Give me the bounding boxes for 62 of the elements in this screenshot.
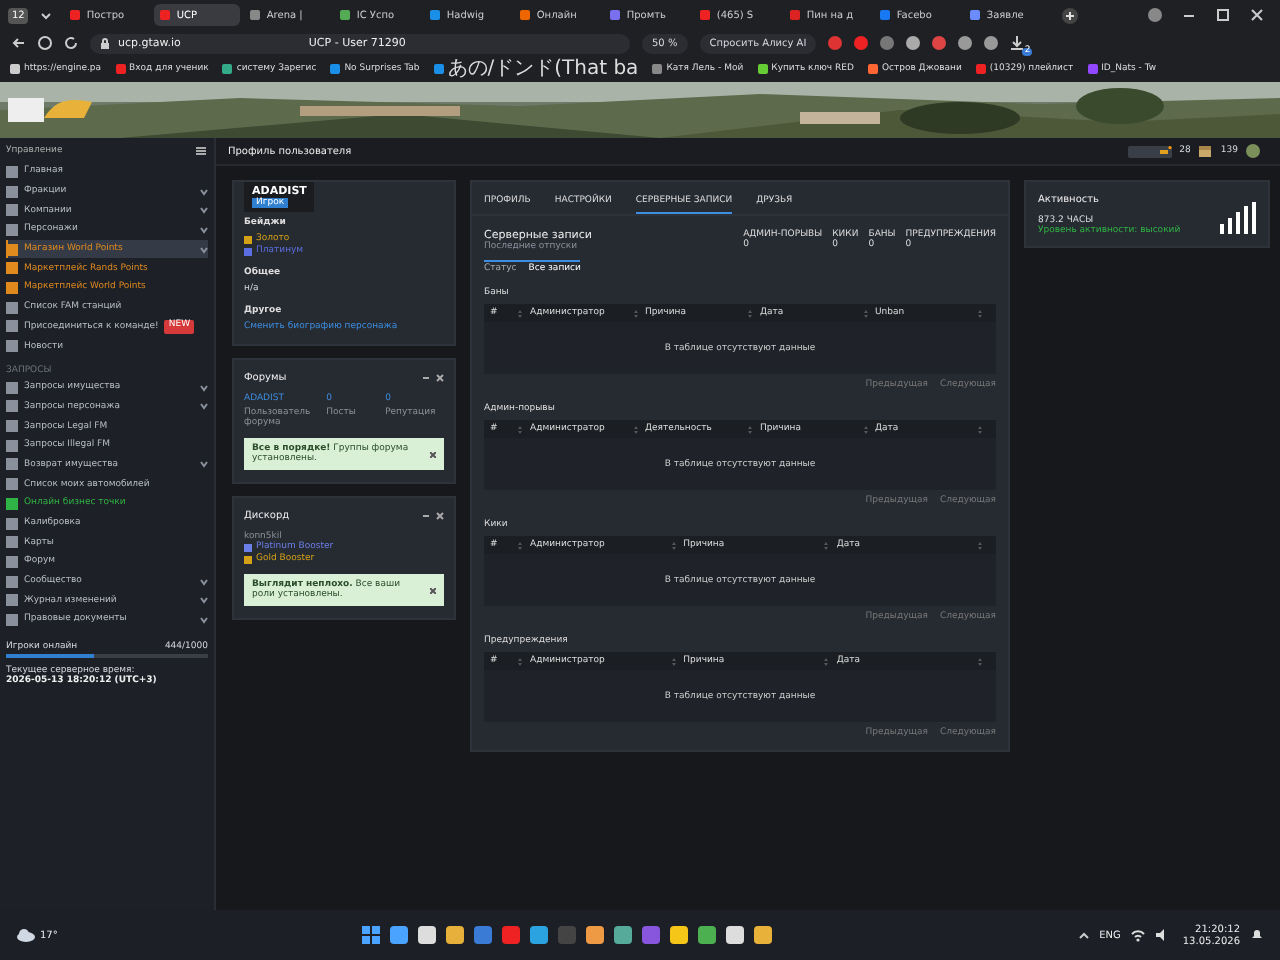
bookmark-favicon-icon <box>757 64 768 74</box>
profile-icon[interactable] <box>1148 8 1162 22</box>
chevron-down-icon[interactable] <box>40 9 53 21</box>
tab-favicon-icon <box>610 10 621 20</box>
chevron-down-icon <box>200 225 208 234</box>
sort-icon <box>977 657 982 665</box>
new-tab-icon[interactable] <box>1062 7 1079 23</box>
tab-favicon-icon <box>340 10 351 20</box>
chevron-down-icon <box>200 245 208 254</box>
bookmark-favicon-icon <box>10 64 20 74</box>
chevron-down-icon <box>200 596 208 605</box>
bookmark-favicon-icon <box>652 64 663 74</box>
sort-icon <box>824 657 829 665</box>
bookmark-favicon-icon <box>115 64 126 74</box>
chevron-down-icon <box>200 577 208 586</box>
collapse-icon[interactable] <box>422 374 430 382</box>
bookmark-favicon-icon <box>222 64 233 74</box>
download-icon[interactable] <box>1010 36 1025 50</box>
start-icon[interactable] <box>362 926 381 944</box>
back-icon[interactable] <box>12 36 26 50</box>
chevron-down-icon <box>200 402 208 411</box>
tab-favicon-icon <box>700 10 711 20</box>
bookmark-favicon-icon <box>330 64 341 74</box>
notification-icon[interactable] <box>1250 928 1265 942</box>
signal-bars-icon <box>1220 202 1256 234</box>
tab-favicon-icon <box>790 10 801 20</box>
bookmark-favicon-icon <box>867 64 878 74</box>
close-icon[interactable] <box>430 451 436 457</box>
menu-icon[interactable] <box>194 143 208 157</box>
chevron-down-icon <box>200 206 208 215</box>
close-icon[interactable] <box>430 587 436 593</box>
bookmark-favicon-icon <box>975 64 986 74</box>
sort-icon <box>671 541 676 549</box>
tab-favicon-icon <box>430 10 441 20</box>
bookmark-favicon-icon <box>433 64 444 74</box>
bookmark-favicon-icon <box>1087 64 1098 74</box>
weather-cloud-icon[interactable] <box>16 928 36 942</box>
tab-favicon-icon <box>250 10 261 20</box>
restore-icon[interactable] <box>1216 8 1230 22</box>
tab-favicon-icon <box>520 10 531 20</box>
close-icon[interactable] <box>436 374 444 382</box>
chest-icon[interactable] <box>1198 144 1213 158</box>
site-logo-icon[interactable] <box>8 94 96 126</box>
tab-favicon-icon <box>970 10 981 20</box>
chevron-down-icon <box>200 615 208 624</box>
wifi-icon[interactable] <box>1130 928 1147 942</box>
lock-icon <box>100 37 110 49</box>
tab-favicon-icon <box>160 10 171 20</box>
close-icon[interactable] <box>436 512 444 520</box>
reload-icon[interactable] <box>64 36 78 50</box>
chevron-down-icon <box>200 187 208 196</box>
chevron-up-icon[interactable] <box>1077 929 1090 941</box>
collapse-icon[interactable] <box>422 512 430 520</box>
chevron-down-icon <box>200 383 208 392</box>
tab-favicon-icon <box>880 10 891 20</box>
sort-icon <box>977 541 982 549</box>
chevron-down-icon <box>200 460 208 469</box>
sort-icon <box>671 657 676 665</box>
tab-favicon-icon <box>70 10 81 20</box>
bookmark[interactable]: あの/ドンド(That ba <box>433 59 639 79</box>
avatar-icon[interactable] <box>1246 144 1260 158</box>
sort-icon <box>824 541 829 549</box>
